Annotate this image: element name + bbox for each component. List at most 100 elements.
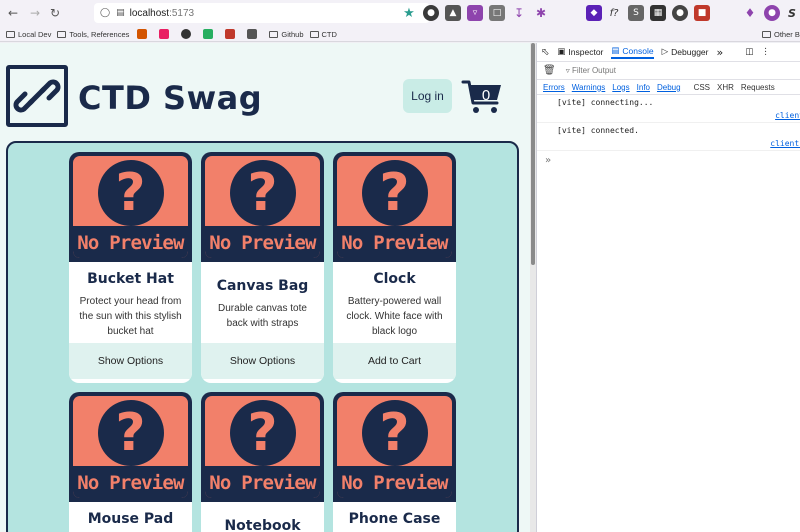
more-tabs-icon[interactable]: » xyxy=(717,46,724,59)
chain-link-icon xyxy=(13,79,61,113)
extension-cube-icon[interactable]: ◆ xyxy=(586,5,602,21)
folder-icon xyxy=(6,30,15,38)
filter-css[interactable]: CSS xyxy=(694,83,710,92)
filter-logs[interactable]: Logs xyxy=(612,83,629,92)
qr-icon[interactable]: ▦ xyxy=(650,5,666,21)
bookmark-github-icon[interactable] xyxy=(181,29,192,39)
github-icon[interactable]: ● xyxy=(672,5,688,21)
product-description: Durable canvas tote back with straps xyxy=(218,303,307,329)
bookmark-star-icon[interactable]: ★ xyxy=(401,5,417,21)
product-name: Bucket Hat xyxy=(87,271,174,287)
filter-requests[interactable]: Requests xyxy=(741,83,775,92)
site-logo[interactable] xyxy=(6,65,68,127)
folder-icon xyxy=(269,30,279,38)
filter-debug[interactable]: Debug xyxy=(657,83,681,92)
bookmark-tools[interactable]: Tools, References xyxy=(57,30,129,39)
scrollbar-thumb[interactable] xyxy=(531,43,535,265)
function-icon[interactable]: f? xyxy=(606,5,622,21)
product-card: ? No Preview Bucket Hat Protect your head… xyxy=(69,152,192,383)
product-description: Protect your head from the sun with this… xyxy=(79,296,182,337)
tab-inspector[interactable]: ▣ Inspector xyxy=(557,47,603,57)
log-source-link[interactable]: client xyxy=(775,111,800,120)
bookmark-turtle-icon[interactable] xyxy=(203,29,214,39)
forward-icon[interactable]: → xyxy=(26,4,44,22)
no-preview-text: No Preview xyxy=(77,472,184,494)
no-preview-text: No Preview xyxy=(341,472,448,494)
filter-xhr[interactable]: XHR xyxy=(717,83,734,92)
no-preview-text: No Preview xyxy=(209,472,316,494)
filter-warnings[interactable]: Warnings xyxy=(572,83,606,92)
bookmark-u-icon[interactable] xyxy=(159,29,170,39)
show-options-button[interactable]: Show Options xyxy=(69,343,192,379)
bookmark-tool-icon[interactable] xyxy=(247,29,258,39)
tab-debugger[interactable]: ▷ Debugger xyxy=(662,47,709,57)
product-card: ? No Preview Mouse Pad xyxy=(69,392,192,532)
console-filter-bar: 🗑 ▿ Filter Output xyxy=(537,62,800,80)
question-mark-icon: ? xyxy=(361,400,428,466)
page-icon: ▤ xyxy=(116,8,125,18)
back-icon[interactable]: ← xyxy=(4,4,22,22)
filter-info[interactable]: Info xyxy=(637,83,650,92)
console-log-entry: [vite] connected. client: xyxy=(537,123,800,151)
pocket-icon[interactable]: ▿ xyxy=(467,5,483,21)
element-picker-icon[interactable]: ⬁ xyxy=(541,47,549,58)
trash-icon[interactable]: 🗑 xyxy=(543,65,556,76)
no-preview-image: ? No Preview xyxy=(201,392,324,502)
shield-icon: ◯ xyxy=(100,8,111,18)
log-message: [vite] connected. xyxy=(557,126,639,135)
log-message: [vite] connecting... xyxy=(557,98,654,107)
console-log-entry: [vite] connecting... client xyxy=(537,95,800,123)
extension-icons: ★ ● ▲ ▿ □ ↧ ✱ xyxy=(401,5,549,21)
product-card: ? No Preview Clock Battery-powered wall c… xyxy=(333,152,456,383)
no-preview-text: No Preview xyxy=(209,232,316,254)
product-name: Canvas Bag xyxy=(216,278,309,294)
no-preview-text: No Preview xyxy=(77,232,184,254)
devtools-panel: ⬁ ▣ Inspector ▤ Console ▷ Debugger » ◫ ⋮ 🗑 … xyxy=(536,43,800,532)
dock-icon[interactable]: ◫ xyxy=(745,47,753,57)
filter-output-input[interactable]: ▿ Filter Output xyxy=(566,66,616,75)
question-mark-icon: ? xyxy=(97,400,164,466)
product-name: Phone Case xyxy=(348,511,441,527)
filter-errors[interactable]: Errors xyxy=(543,83,565,92)
product-list: ? No Preview Bucket Hat Protect your head… xyxy=(6,141,519,532)
console-input[interactable]: » xyxy=(537,151,800,166)
bookmark-favicon-icon[interactable] xyxy=(137,29,148,39)
account-icon[interactable]: ● xyxy=(764,5,780,21)
download-icon[interactable]: ↧ xyxy=(511,5,527,21)
no-preview-image: ? No Preview xyxy=(69,392,192,502)
onepassword-icon[interactable]: ● xyxy=(423,5,439,21)
page-viewport: CTD Swag Log in 0 ? No Preview Bucket Hat… xyxy=(0,43,532,532)
more-options-icon[interactable]: ⋮ xyxy=(761,47,770,57)
add-to-cart-button[interactable]: Add to Cart xyxy=(333,343,456,379)
product-card: ? No Preview Canvas Bag Durable canvas to… xyxy=(201,152,324,383)
menu-s-icon[interactable]: S xyxy=(784,5,800,21)
bookmark-other[interactable]: Other Boo xyxy=(762,30,800,39)
show-options-button[interactable]: Show Options xyxy=(201,343,324,379)
product-name: Clock xyxy=(373,271,416,287)
console-level-filters: Errors Warnings Logs Info Debug CSS XHR … xyxy=(537,80,800,95)
no-preview-image: ? No Preview xyxy=(69,152,192,262)
reload-icon[interactable]: ↻ xyxy=(46,4,64,22)
question-mark-icon: ? xyxy=(361,160,428,226)
s-extension-icon[interactable]: S xyxy=(628,5,644,21)
cart-count: 0 xyxy=(481,87,491,104)
login-button[interactable]: Log in xyxy=(403,79,452,113)
ublock-icon[interactable]: ▲ xyxy=(445,5,461,21)
extensions-puzzle-icon[interactable]: ♦ xyxy=(742,5,758,21)
bookmark-github[interactable]: Github xyxy=(269,30,304,39)
log-source-link[interactable]: client: xyxy=(770,139,800,148)
address-bar[interactable]: ◯ ▤ localhost:5173 xyxy=(94,3,430,23)
wrench-icon[interactable]: ✱ xyxy=(533,5,549,21)
product-name: Notebook xyxy=(224,518,301,532)
funnel-icon: ▿ xyxy=(565,66,570,75)
inspector-icon: ▣ xyxy=(557,47,566,57)
tab-console[interactable]: ▤ Console xyxy=(611,46,654,59)
red-extension-icon[interactable]: ■ xyxy=(694,5,710,21)
reader-icon[interactable]: □ xyxy=(489,5,505,21)
bookmark-pocket-icon[interactable] xyxy=(225,29,236,39)
browser-toolbar: ← → ↻ ◯ ▤ localhost:5173 ★ ● ▲ ▿ □ ↧ ✱ ◆… xyxy=(0,0,800,27)
bookmark-ctd[interactable]: CTD xyxy=(309,30,337,39)
bookmark-local-dev[interactable]: Local Dev xyxy=(6,30,51,39)
url-host: localhost xyxy=(129,7,170,19)
product-card: ? No Preview Notebook xyxy=(201,392,324,532)
